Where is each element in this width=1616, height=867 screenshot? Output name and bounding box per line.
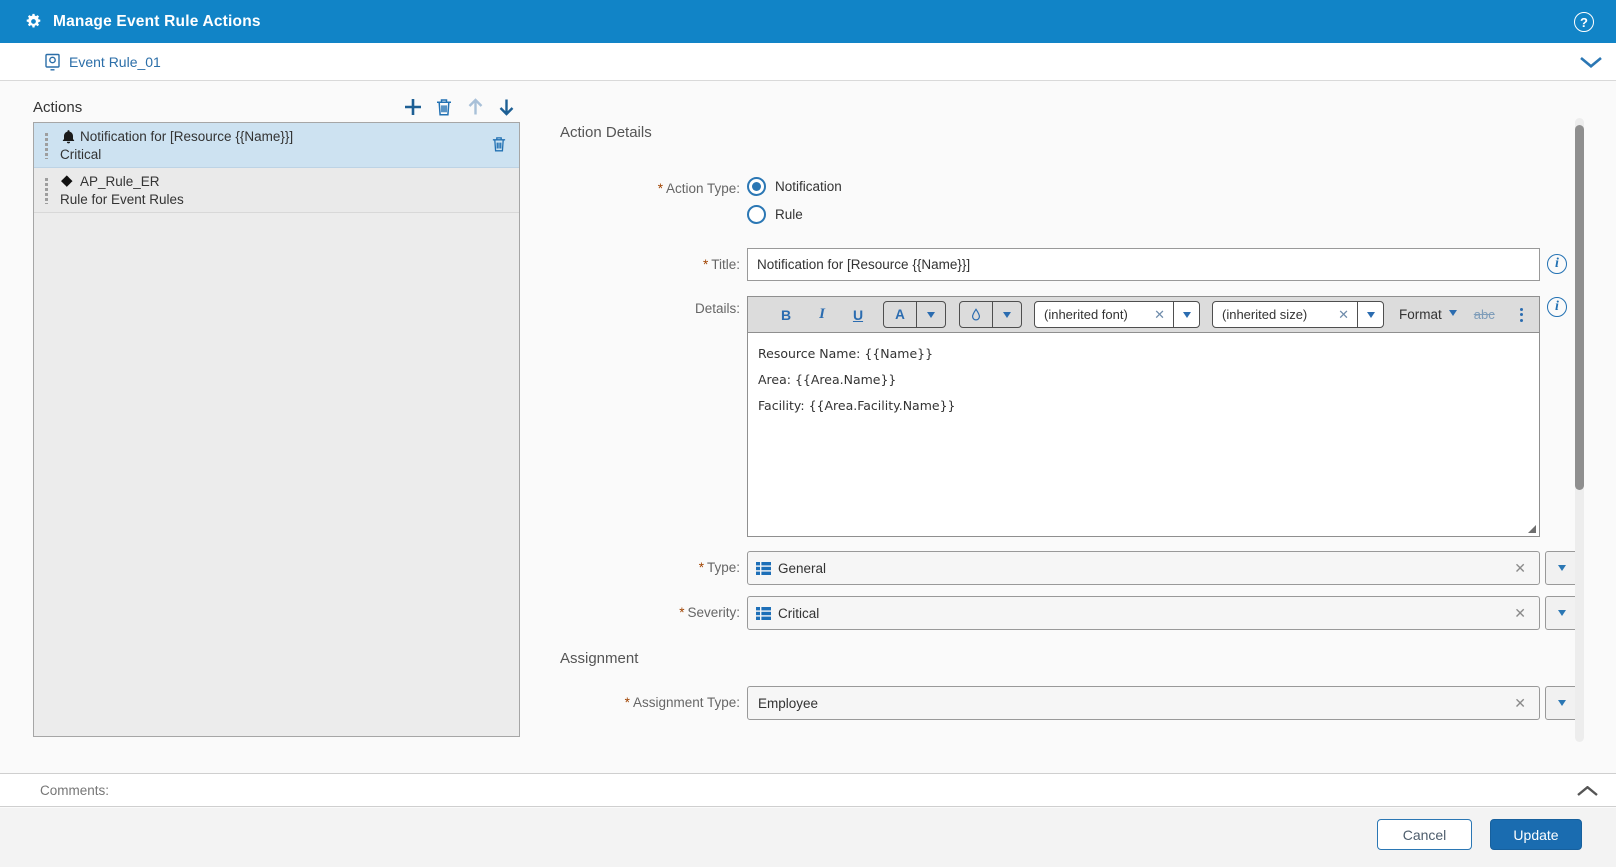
actions-panel-title: Actions — [33, 99, 82, 116]
underline-button[interactable]: U — [846, 307, 870, 323]
action-list-item-rule[interactable]: ◆ AP_Rule_ER Rule for Event Rules — [34, 168, 519, 213]
required-marker: * — [658, 181, 663, 196]
type-value: General — [778, 561, 1514, 576]
font-name-select[interactable]: (inherited font) ✕ — [1034, 301, 1200, 328]
more-options-icon[interactable] — [1520, 308, 1523, 322]
type-label: *Type: — [520, 560, 740, 575]
font-name-value: (inherited font) — [1044, 307, 1146, 322]
chevron-up-icon[interactable] — [1577, 786, 1598, 796]
clear-icon[interactable]: ✕ — [1338, 307, 1349, 323]
list-icon — [756, 562, 771, 575]
font-color-group: A — [883, 301, 946, 328]
assignment-type-value: Employee — [758, 696, 1514, 711]
delete-item-icon[interactable] — [492, 136, 506, 152]
font-size-value: (inherited size) — [1222, 307, 1330, 322]
clear-icon[interactable]: ✕ — [1514, 605, 1526, 622]
action-details-heading: Action Details — [560, 124, 652, 141]
drag-handle-icon[interactable] — [45, 133, 48, 159]
drag-handle-icon[interactable] — [45, 178, 48, 204]
details-line: Resource Name: {{Name}} — [758, 341, 1527, 367]
font-color-button[interactable]: A — [884, 302, 916, 327]
editor-toolbar: B I U A (inherited font) ✕ (inherited si… — [748, 297, 1539, 333]
action-item-title: AP_Rule_ER — [80, 174, 160, 189]
details-label: Details: — [520, 301, 740, 316]
scrollbar-thumb[interactable] — [1575, 125, 1584, 490]
bell-icon — [61, 129, 76, 145]
highlight-color-button[interactable] — [960, 302, 992, 327]
cancel-button[interactable]: Cancel — [1377, 819, 1472, 850]
chevron-down-icon[interactable] — [1580, 57, 1602, 68]
type-dropdown-icon[interactable] — [1545, 551, 1578, 585]
actions-list: Notification for [Resource {{Name}}] Cri… — [33, 122, 520, 737]
action-type-label: *Action Type: — [520, 181, 740, 196]
details-textarea[interactable]: Resource Name: {{Name}} Area: {{Area.Nam… — [748, 333, 1539, 536]
resize-handle[interactable] — [1528, 525, 1536, 533]
bold-button[interactable]: B — [774, 307, 798, 323]
clear-icon[interactable]: ✕ — [1514, 560, 1526, 577]
droplet-icon — [970, 308, 982, 322]
breadcrumb-bar: Event Rule_01 — [0, 43, 1616, 81]
action-item-subtitle: Rule for Event Rules — [60, 192, 184, 207]
radio-rule-label: Rule — [775, 207, 803, 222]
diamond-icon: ◆ — [61, 172, 73, 190]
severity-value: Critical — [778, 606, 1514, 621]
font-color-dropdown-icon[interactable] — [916, 302, 945, 327]
strikethrough-button[interactable]: abc — [1474, 307, 1495, 322]
italic-button[interactable]: I — [810, 306, 834, 323]
update-button[interactable]: Update — [1490, 819, 1582, 850]
highlight-color-dropdown-icon[interactable] — [992, 302, 1021, 327]
font-size-select[interactable]: (inherited size) ✕ — [1212, 301, 1384, 328]
severity-dropdown-icon[interactable] — [1545, 596, 1578, 630]
info-icon[interactable]: i — [1547, 254, 1567, 274]
font-size-dropdown-icon[interactable] — [1357, 302, 1383, 327]
page-title: Manage Event Rule Actions — [53, 13, 261, 31]
footer-bar: Cancel Update — [0, 808, 1616, 867]
radio-rule[interactable]: Rule — [747, 205, 803, 224]
details-line: Area: {{Area.Name}} — [758, 367, 1527, 393]
comments-label: Comments: — [40, 783, 109, 798]
help-icon[interactable]: ? — [1574, 12, 1594, 32]
event-rule-icon — [44, 53, 61, 71]
severity-combobox[interactable]: Critical ✕ — [747, 596, 1540, 630]
action-list-item-notification[interactable]: Notification for [Resource {{Name}}] Cri… — [34, 123, 519, 168]
breadcrumb[interactable]: Event Rule_01 — [69, 54, 161, 70]
assignment-type-label: *Assignment Type: — [520, 695, 740, 710]
format-label: Format — [1399, 307, 1442, 322]
move-up-icon[interactable] — [466, 97, 484, 117]
severity-label: *Severity: — [520, 605, 740, 620]
move-down-icon[interactable] — [497, 97, 515, 117]
add-action-icon[interactable] — [404, 97, 422, 117]
delete-action-icon[interactable] — [435, 97, 453, 117]
radio-notification-label: Notification — [775, 179, 842, 194]
radio-unselected-icon[interactable] — [747, 205, 766, 224]
assignment-type-combobox[interactable]: Employee ✕ — [747, 686, 1540, 720]
details-editor: B I U A (inherited font) ✕ (inherited si… — [747, 296, 1540, 537]
radio-notification[interactable]: Notification — [747, 177, 842, 196]
details-line: Facility: {{Area.Facility.Name}} — [758, 393, 1527, 419]
actions-toolbar — [404, 97, 515, 117]
action-item-title: Notification for [Resource {{Name}}] — [80, 129, 293, 144]
title-input[interactable] — [747, 248, 1540, 281]
action-item-subtitle: Critical — [60, 147, 101, 162]
list-icon — [756, 607, 771, 620]
clear-icon[interactable]: ✕ — [1154, 307, 1165, 323]
radio-selected-icon[interactable] — [747, 177, 766, 196]
font-name-dropdown-icon[interactable] — [1173, 302, 1199, 327]
gear-icon — [25, 13, 42, 30]
highlight-color-group — [959, 301, 1022, 328]
type-combobox[interactable]: General ✕ — [747, 551, 1540, 585]
comments-bar[interactable]: Comments: — [0, 773, 1616, 807]
format-dropdown[interactable]: Format — [1399, 307, 1457, 322]
assignment-heading: Assignment — [560, 650, 638, 667]
info-icon[interactable]: i — [1547, 297, 1567, 317]
clear-icon[interactable]: ✕ — [1514, 695, 1526, 712]
assignment-type-dropdown-icon[interactable] — [1545, 686, 1578, 720]
title-label: *Title: — [520, 257, 740, 272]
window-titlebar: Manage Event Rule Actions ? — [0, 0, 1616, 43]
